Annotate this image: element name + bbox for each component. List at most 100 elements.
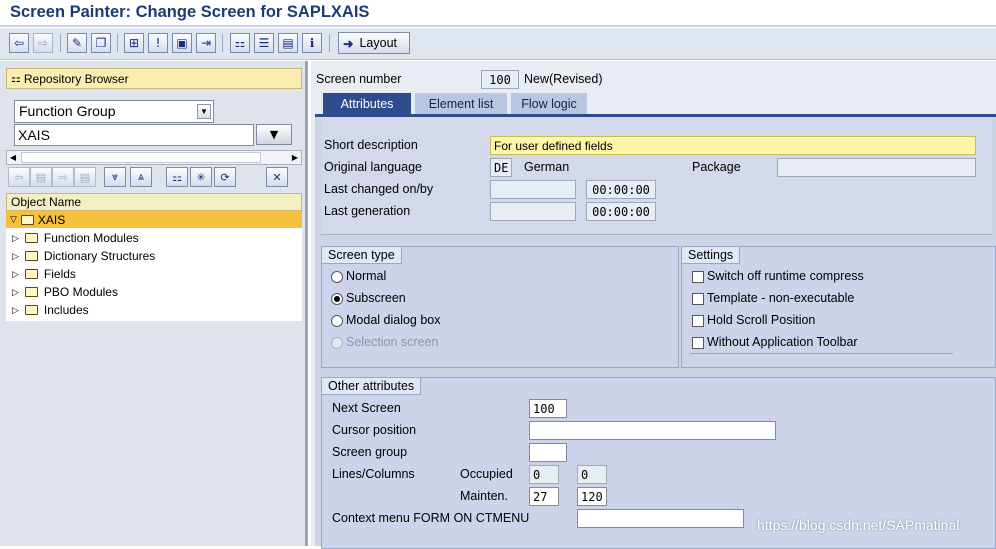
expand-triangle-icon[interactable]: ▷ [12,287,19,298]
collapse-all-icon[interactable]: ⩓ [130,167,152,187]
cursor-position-input[interactable] [529,421,776,440]
element-list-icon[interactable]: ▤ [278,33,298,53]
checkbox-switch-off-runtime-compress[interactable] [692,271,704,283]
expand-triangle-icon[interactable]: ▷ [12,269,19,280]
refresh-icon[interactable]: ⟳ [214,167,236,187]
mainten-lines-input[interactable]: 27 [529,487,559,506]
settings-title: Settings [682,247,741,264]
radio-selection-screen [331,337,343,349]
expand-triangle-icon[interactable]: ▽ [10,214,17,225]
object-type-value: Function Group [19,103,116,119]
layout-button[interactable]: ➜ Layout [338,32,410,54]
expand-triangle-icon[interactable]: ▷ [12,305,19,316]
radio-modal-dialog-box[interactable] [331,315,343,327]
original-language-name: German [524,160,570,174]
package-label: Package [692,160,741,174]
mainten-columns-input[interactable]: 120 [577,487,607,506]
back-arrow-icon[interactable]: ⇦ [9,33,29,53]
screen-group-input[interactable] [529,443,567,462]
hierarchy-icon[interactable]: ⚏ [230,33,250,53]
tree-item-includes[interactable]: ▷ Includes [6,301,302,319]
chevron-down-icon[interactable]: ▼ [197,104,211,119]
screen-number-label: Screen number [316,72,402,86]
layout-button-label: Layout [359,36,398,50]
next-screen-label: Next Screen [332,401,401,415]
object-type-select[interactable]: Function Group ▼ [14,100,214,123]
radio-normal[interactable] [331,271,343,283]
test-icon[interactable]: ▣ [172,33,192,53]
close-icon[interactable]: ✕ [266,167,288,187]
package-field [777,158,976,177]
forward-arrow-icon[interactable]: ⇨ [33,33,53,53]
check-icon[interactable]: ⊞ [124,33,144,53]
object-name-input[interactable]: XAIS [14,124,254,146]
next-screen-input[interactable]: 100 [529,399,567,418]
tab-flow-logic[interactable]: Flow logic [511,93,587,114]
folder-icon [24,233,38,243]
attributes-section: Short description For user defined field… [321,117,992,235]
expand-triangle-icon[interactable]: ▷ [12,251,19,262]
folder-icon [24,251,38,261]
hierarchy-up-icon[interactable]: ⚏ [166,167,188,187]
nav-back-icon[interactable]: ⇦ [8,167,30,187]
nav-forward-icon[interactable]: ⇨ [52,167,74,187]
checkbox-template-non-executable-label: Template - non-executable [707,291,855,305]
where-used-icon[interactable]: ⇥ [196,33,216,53]
checkbox-without-application-toolbar[interactable] [692,337,704,349]
info-icon[interactable]: ℹ [302,33,322,53]
tree-root-node[interactable]: ▽ XAIS [6,211,302,228]
tree-item-dictionary-structures[interactable]: ▷ Dictionary Structures [6,247,302,265]
last-generation-time-field: 00:00:00 [586,202,656,221]
checkbox-hold-scroll-position[interactable] [692,315,704,327]
occupied-columns-field: 0 [577,465,607,484]
radio-subscreen-label: Subscreen [346,291,406,305]
tree-item-fields[interactable]: ▷ Fields [6,265,302,283]
repository-browser-panel: ⚏ Repository Browser Function Group ▼ XA… [0,61,308,546]
tree-root-label: XAIS [37,212,66,227]
short-description-input[interactable]: For user defined fields [490,136,976,155]
last-changed-time-field: 00:00:00 [586,180,656,199]
activate-icon[interactable]: ! [148,33,168,53]
occupied-label: Occupied [460,467,513,481]
tree-item-pbo-modules[interactable]: ▷ PBO Modules [6,283,302,301]
nav-back-list-icon[interactable]: ▤ [30,167,52,187]
folder-icon [24,305,38,315]
checkbox-without-application-toolbar-label: Without Application Toolbar [707,335,858,349]
toolbar-separator [117,34,118,52]
radio-selection-screen-label: Selection screen [346,335,439,349]
last-generation-label: Last generation [324,204,411,218]
display-change-icon[interactable]: ✎ [67,33,87,53]
expand-triangle-icon[interactable]: ▷ [12,233,19,244]
horizontal-scrollbar[interactable]: ◀ ▶ [6,150,302,165]
folder-icon [24,269,38,279]
checkbox-template-non-executable[interactable] [692,293,704,305]
screen-number-field: 100 [481,70,519,89]
application-toolbar: ⇦ ⇨ ✎ ❐ ⊞ ! ▣ ⇥ ⚏ ☰ ▤ ℹ ➜ Layout [0,28,996,60]
radio-subscreen[interactable] [331,293,343,305]
screen-status: New(Revised) [524,72,603,86]
tree-item-label: Includes [43,303,89,317]
nav-forward-list-icon[interactable]: ▤ [74,167,96,187]
tree-item-function-modules[interactable]: ▷ Function Modules [6,229,302,247]
screen-attributes-panel: Screen number 100 New(Revised) Attribute… [311,61,996,549]
screen-type-title: Screen type [322,247,402,264]
window-title: Screen Painter: Change Screen for SAPLXA… [10,3,370,21]
layout-icon[interactable]: ☰ [254,33,274,53]
other-object-icon[interactable]: ❐ [91,33,111,53]
tab-element-list[interactable]: Element list [415,93,507,114]
short-description-label: Short description [324,138,418,152]
last-changed-date-field [490,180,576,199]
scrollbar-thumb[interactable] [21,152,261,163]
scroll-right-icon[interactable]: ▶ [289,152,301,163]
checkbox-hold-scroll-position-label: Hold Scroll Position [707,313,816,327]
new-object-icon[interactable]: ✳ [190,167,212,187]
radio-normal-label: Normal [346,269,387,283]
context-menu-input[interactable] [577,509,744,528]
expand-all-icon[interactable]: ⩔ [104,167,126,187]
tree-item-label: Dictionary Structures [43,249,156,263]
object-dropdown-button[interactable]: ▼ [256,124,292,145]
tab-attributes[interactable]: Attributes [323,93,411,114]
cursor-position-label: Cursor position [332,423,417,437]
scroll-left-icon[interactable]: ◀ [7,152,19,163]
radio-modal-dialog-box-label: Modal dialog box [346,313,441,327]
